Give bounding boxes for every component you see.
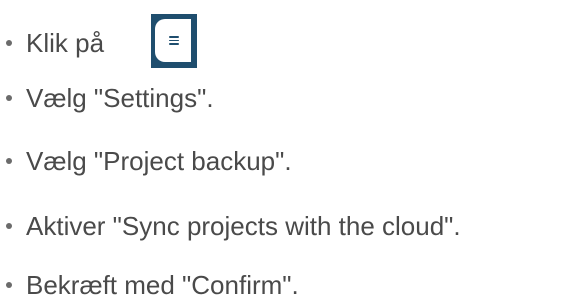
step-text: Aktiver "Sync projects with the cloud". (26, 210, 461, 241)
step-text: Vælg "Settings". (26, 82, 214, 113)
bullet (6, 95, 12, 101)
bullet (6, 158, 12, 164)
list-item: Klik på (6, 14, 198, 68)
step-text: Bekræft med "Confirm". (26, 269, 299, 300)
list-item: Aktiver "Sync projects with the cloud". (6, 206, 461, 246)
list-item: Bekræft med "Confirm". (6, 265, 299, 305)
list-item: Vælg "Settings". (6, 78, 214, 118)
menu-icon (169, 36, 180, 45)
bullet (6, 282, 12, 288)
list-item: Vælg "Project backup". (6, 141, 292, 181)
step-text: Klik på (26, 27, 105, 58)
menu-button (155, 19, 192, 62)
bullet (6, 40, 12, 46)
step-text: Vælg "Project backup". (26, 145, 292, 176)
menu-button-image (151, 14, 198, 68)
bullet (6, 223, 12, 229)
